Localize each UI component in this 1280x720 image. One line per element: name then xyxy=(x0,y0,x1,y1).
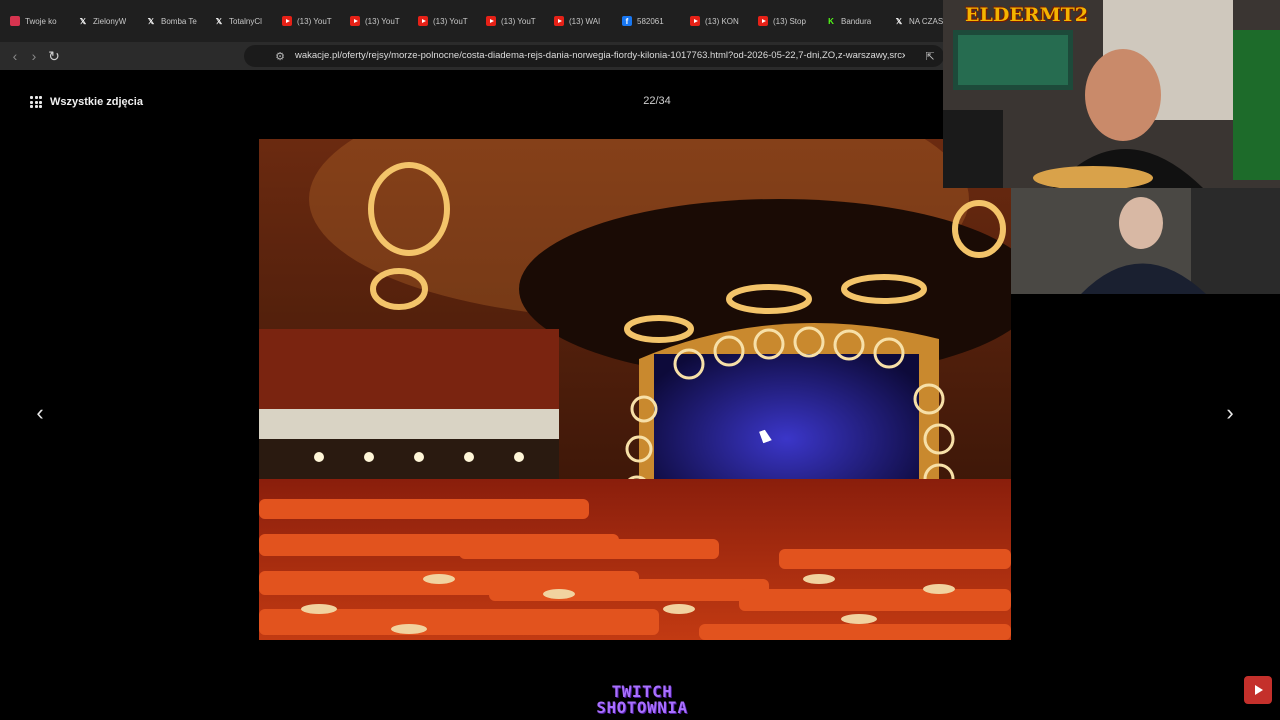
browser-tab[interactable]: Twoje ko xyxy=(4,7,70,35)
photo-counter: 22/34 xyxy=(643,95,671,107)
back-arrow-icon[interactable]: ‹ xyxy=(6,47,24,65)
browser-tab[interactable]: (13) WAI xyxy=(548,7,614,35)
site-info-icon[interactable]: ⚙ xyxy=(272,48,288,64)
forward-arrow-icon[interactable]: › xyxy=(25,47,43,65)
tab-label: (13) KON xyxy=(705,16,739,26)
youtube-subscribe-icon xyxy=(1244,676,1272,704)
tab-label: (13) YouT xyxy=(433,16,468,26)
gallery-photo xyxy=(259,139,1011,640)
tab-label: 582061 xyxy=(637,16,664,26)
all-photos-label: Wszystkie zdjęcia xyxy=(50,96,143,108)
address-bar[interactable]: ⚙ wakacje.pl/oferty/rejsy/morze-polnocne… xyxy=(244,45,944,67)
browser-tab[interactable]: (13) YouT xyxy=(276,7,342,35)
youtube-icon xyxy=(758,16,768,26)
tab-label: Bomba Te xyxy=(161,16,197,26)
guest-webcam-image xyxy=(1011,188,1280,294)
streamer-webcam: ELDERMT2 xyxy=(943,0,1280,188)
browser-tab[interactable]: 𝕏 ZielonyW xyxy=(72,7,138,35)
facebook-icon: f xyxy=(622,16,632,26)
browser-tab[interactable]: (13) YouT xyxy=(480,7,546,35)
guest-webcam xyxy=(1011,188,1280,294)
all-photos-button[interactable]: Wszystkie zdjęcia xyxy=(30,96,143,108)
x-icon: 𝕏 xyxy=(895,16,903,26)
youtube-icon xyxy=(418,16,428,26)
browser-tab[interactable]: (13) YouT xyxy=(344,7,410,35)
url-text[interactable]: wakacje.pl/oferty/rejsy/morze-polnocne/c… xyxy=(295,50,905,61)
tab-label: (13) YouT xyxy=(297,16,332,26)
browser-tab[interactable]: 𝕏 TotalnyCl xyxy=(208,7,274,35)
tab-label: TotalnyCl xyxy=(229,16,262,26)
theatre-photo xyxy=(259,139,1011,640)
tab-label: ZielonyW xyxy=(93,16,127,26)
tab-label: (13) WAI xyxy=(569,16,601,26)
previous-photo-button[interactable]: ‹ xyxy=(27,400,53,426)
browser-tab[interactable]: (13) Stop xyxy=(752,7,818,35)
tab-label: (13) Stop xyxy=(773,16,806,26)
x-icon: 𝕏 xyxy=(215,16,223,26)
browser-tab[interactable]: 𝕏 Bomba Te xyxy=(140,7,206,35)
youtube-icon xyxy=(690,16,700,26)
tab-label: (13) YouT xyxy=(365,16,400,26)
youtube-icon xyxy=(350,16,360,26)
chevron-left-icon: ‹ xyxy=(36,400,44,425)
kick-icon: K xyxy=(828,16,834,26)
tab-label: Twoje ko xyxy=(25,16,57,26)
streamer-logo: ELDERMT2 xyxy=(965,4,1088,26)
youtube-icon xyxy=(282,16,292,26)
x-icon: 𝕏 xyxy=(147,16,155,26)
tab-label: Bandura xyxy=(841,16,872,26)
twitch-shotownia-logo: TWITCH SHOTOWNIA xyxy=(574,684,710,716)
browser-tab[interactable]: f 582061 xyxy=(616,7,682,35)
tab-label: NA CZAS xyxy=(909,16,944,26)
reload-icon[interactable]: ↻ xyxy=(45,47,63,65)
x-icon: 𝕏 xyxy=(79,16,87,26)
share-icon[interactable]: ⇱ xyxy=(922,48,938,64)
browser-tab[interactable]: (13) YouT xyxy=(412,7,478,35)
webcam-image xyxy=(943,0,1280,188)
red-dot-icon xyxy=(10,16,20,26)
tab-label: (13) YouT xyxy=(501,16,536,26)
next-photo-button[interactable]: › xyxy=(1217,400,1243,426)
youtube-icon xyxy=(486,16,496,26)
chevron-right-icon: › xyxy=(1226,400,1234,425)
browser-tab[interactable]: K Bandura xyxy=(820,7,886,35)
browser-tab[interactable]: (13) KON xyxy=(684,7,750,35)
twitch-logo-line2: SHOTOWNIA xyxy=(596,698,688,717)
youtube-icon xyxy=(554,16,564,26)
grid-icon xyxy=(30,96,42,108)
